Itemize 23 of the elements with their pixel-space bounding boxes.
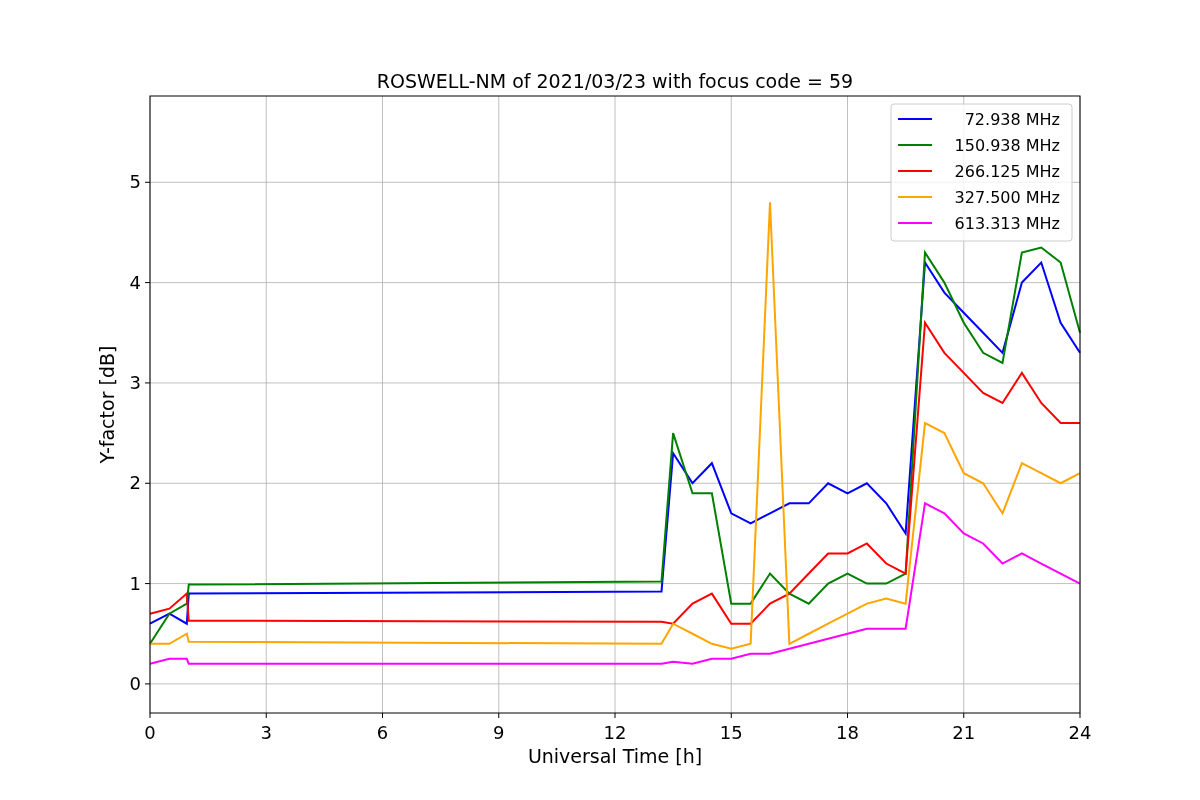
tick-label: 4	[129, 271, 141, 293]
tick-label: 1	[129, 572, 141, 594]
legend-label: 72.938 MHz	[964, 110, 1060, 129]
legend-label: 613.313 MHz	[954, 214, 1060, 233]
tick-label: 2	[129, 472, 141, 494]
tick-label: 21	[952, 722, 976, 743]
legend-label: 150.938 MHz	[954, 136, 1060, 155]
tick-label: 15	[719, 722, 743, 743]
x-axis-label: Universal Time [h]	[527, 745, 703, 767]
tick-label: 3	[129, 371, 141, 393]
chart-title: ROSWELL-NM of 2021/03/23 with focus code = 59	[376, 70, 854, 92]
tick-label: 18	[836, 722, 859, 743]
y-axis-label: Y-factor [dB]	[96, 345, 118, 464]
tick-label: 3	[260, 722, 272, 743]
tick-label: 6	[376, 722, 389, 743]
legend-label: 327.500 MHz	[954, 188, 1060, 207]
legend-label: 266.125 MHz	[954, 162, 1060, 181]
tick-label: 9	[493, 722, 505, 743]
tick-label: 12	[603, 722, 627, 743]
tick-label: 0	[144, 722, 156, 743]
tick-label: 24	[1068, 722, 1092, 743]
tick-label: 0	[129, 672, 141, 694]
tick-label: 5	[129, 171, 141, 193]
